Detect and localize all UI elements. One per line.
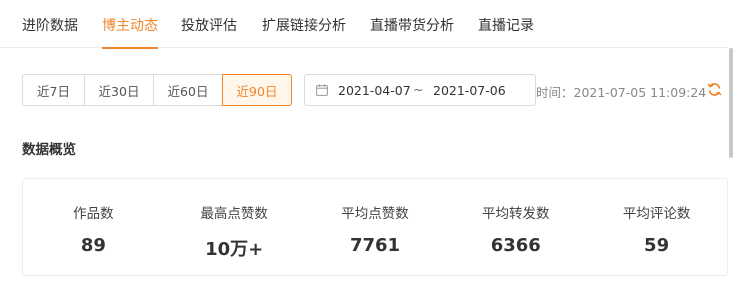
range-30-days-button[interactable]: 近30日 [84, 74, 154, 106]
end-date[interactable]: 2021-07-06 [433, 83, 506, 98]
tab-bar: 进阶数据 博主动态 投放评估 扩展链接分析 直播带货分析 直播记录 [0, 0, 728, 49]
stat-label: 作品数 [73, 206, 114, 222]
stat-label: 平均转发数 [482, 206, 550, 222]
stat-label: 最高点赞数 [200, 206, 268, 222]
stat-value: 59 [644, 235, 670, 256]
stat-label: 平均评论数 [622, 206, 691, 222]
section-title-data-overview: 数据概览 [22, 142, 76, 158]
stat-value: 7761 [349, 235, 401, 256]
stat-avg-likes: 平均点赞数 7761 [305, 179, 446, 275]
stat-works-count: 作品数 89 [23, 179, 164, 275]
stat-value: 89 [80, 235, 106, 256]
range-7-days-button[interactable]: 近7日 [22, 74, 85, 106]
tab-blogger-activity[interactable]: 博主动态 [102, 15, 158, 49]
stat-label: 平均点赞数 [341, 206, 409, 222]
date-range-buttons: 近7日 近30日 近60日 近90日 [22, 74, 292, 106]
tab-advanced-data[interactable]: 进阶数据 [22, 15, 78, 48]
refresh-icon[interactable] [707, 82, 722, 97]
stat-avg-comments: 平均评论数 59 [586, 179, 727, 275]
stat-value: 10万+ [205, 239, 264, 260]
tab-livestream-sales-analysis[interactable]: 直播带货分析 [370, 15, 454, 48]
range-90-days-button[interactable]: 近90日 [222, 74, 292, 106]
stat-avg-shares: 平均转发数 6366 [445, 179, 586, 275]
date-range-picker[interactable]: 2021-04-07 ~ 2021-07-06 [304, 74, 536, 106]
stat-max-likes: 最高点赞数 10万+ [164, 179, 305, 275]
vertical-scrollbar[interactable] [729, 48, 733, 158]
date-separator: ~ [413, 82, 424, 97]
tab-extended-link-analysis[interactable]: 扩展链接分析 [262, 15, 346, 48]
stats-card: 作品数 89 最高点赞数 10万+ 平均点赞数 7761 平均转发数 6366 … [22, 178, 728, 276]
start-date[interactable]: 2021-04-07 [338, 83, 411, 98]
stat-value: 6366 [490, 235, 541, 256]
update-time: 时间：2021-07-05 11:09:24 [536, 85, 707, 100]
tab-livestream-records[interactable]: 直播记录 [478, 15, 534, 48]
tab-placement-evaluation[interactable]: 投放评估 [181, 15, 237, 48]
calendar-icon [316, 84, 328, 96]
range-60-days-button[interactable]: 近60日 [153, 74, 223, 106]
